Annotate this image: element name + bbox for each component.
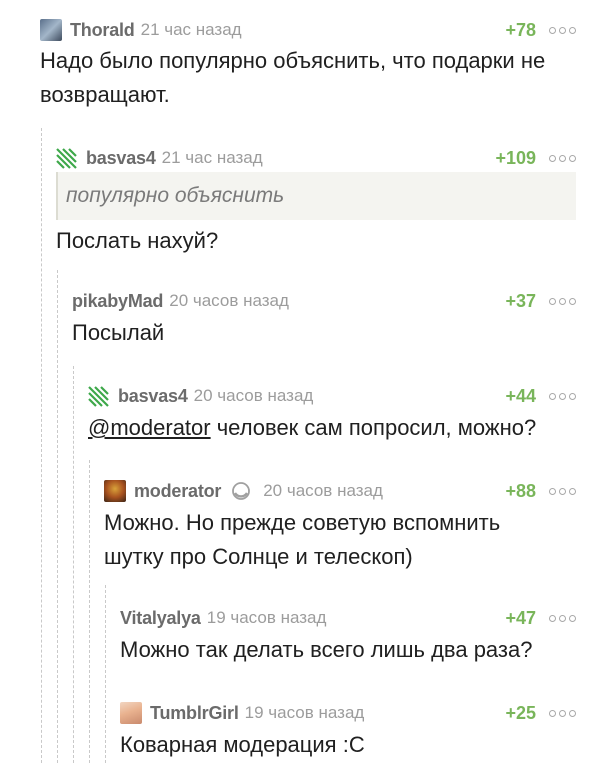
rating: +109 <box>495 147 536 168</box>
comment-text: Можно так делать всего лишь два раза? <box>120 637 533 662</box>
thread-line <box>41 128 42 763</box>
comment-text: Коварная модерация :С <box>120 732 365 757</box>
thread-line <box>105 585 106 763</box>
more-icon[interactable] <box>549 487 576 495</box>
more-icon[interactable] <box>549 26 576 34</box>
more-icon[interactable] <box>549 154 576 162</box>
avatar[interactable] <box>104 480 126 502</box>
comment-text-rest: человек сам попросил, можно? <box>210 415 537 440</box>
more-icon[interactable] <box>549 614 576 622</box>
more-icon[interactable] <box>549 392 576 400</box>
thread-line <box>89 460 90 763</box>
comment-text: @moderator человек сам попросил, можно? <box>88 411 578 445</box>
timestamp: 19 часов назад <box>244 703 365 722</box>
timestamp: 21 час назад <box>140 20 242 39</box>
more-icon[interactable] <box>549 709 576 717</box>
mention-link[interactable]: @moderator <box>88 415 211 440</box>
timestamp: 20 часов назад <box>169 291 289 310</box>
comment-text: Можно. Но прежде советую вспомнить шутку… <box>104 510 501 569</box>
quote-block: популярно объяснить <box>56 172 576 220</box>
username[interactable]: pikabyMad <box>72 291 163 312</box>
avatar[interactable] <box>56 147 78 169</box>
username[interactable]: basvas4 <box>118 386 188 407</box>
avatar[interactable] <box>120 702 142 724</box>
username[interactable]: TumblrGirl <box>150 703 239 724</box>
moderator-badge-icon <box>232 482 251 500</box>
timestamp: 20 часов назад <box>263 481 383 500</box>
username[interactable]: Thorald <box>70 20 135 41</box>
username[interactable]: moderator <box>134 481 221 502</box>
comment-text: Посылай <box>72 320 165 345</box>
avatar[interactable] <box>88 385 110 407</box>
timestamp: 21 час назад <box>161 148 263 167</box>
comment-text: Надо было популярно объяснить, что подар… <box>40 48 546 107</box>
username[interactable]: Vitalyalya <box>120 608 201 629</box>
comment-text: Послать нахуй? <box>56 228 219 253</box>
avatar[interactable] <box>40 19 62 41</box>
timestamp: 19 часов назад <box>206 608 327 627</box>
rating: +47 <box>505 607 536 628</box>
more-icon[interactable] <box>549 297 576 305</box>
rating: +25 <box>505 702 536 723</box>
rating: +44 <box>505 385 536 406</box>
thread-line <box>57 270 58 763</box>
thread-line <box>73 366 74 763</box>
timestamp: 20 часов назад <box>193 386 314 405</box>
rating: +88 <box>505 480 536 501</box>
rating: +78 <box>505 19 536 40</box>
username[interactable]: basvas4 <box>86 148 156 169</box>
rating: +37 <box>505 290 536 311</box>
